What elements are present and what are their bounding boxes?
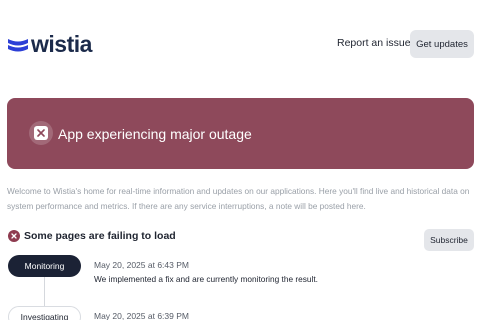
timeline-connector: [44, 276, 45, 308]
brand-name: wistia: [31, 31, 92, 57]
update-date: May 20, 2025 at 6:43 PM: [94, 260, 189, 270]
get-updates-button[interactable]: Get updates: [410, 30, 474, 58]
intro-text: Welcome to Wistia's home for real-time i…: [7, 186, 470, 211]
report-issue-link[interactable]: Report an issue: [337, 37, 411, 49]
subscribe-button[interactable]: Subscribe: [424, 229, 474, 251]
wistia-logo-mark-icon: [8, 38, 28, 51]
close-icon: [34, 126, 48, 140]
status-badge-investigating: Investigating: [8, 306, 81, 320]
banner-icon-container: [29, 121, 53, 145]
error-icon: [8, 230, 20, 242]
update-date: May 20, 2025 at 6:39 PM: [94, 311, 189, 320]
update-message: We implemented a fix and are currently m…: [94, 274, 318, 284]
status-badge-monitoring: Monitoring: [8, 255, 81, 277]
banner-title: App experiencing major outage: [58, 126, 252, 142]
status-page: wistia Report an issue Get updates App e…: [0, 0, 480, 320]
outage-banner: App experiencing major outage: [7, 98, 474, 169]
incident-title: Some pages are failing to load: [24, 230, 176, 242]
wistia-logo[interactable]: wistia: [7, 33, 92, 56]
